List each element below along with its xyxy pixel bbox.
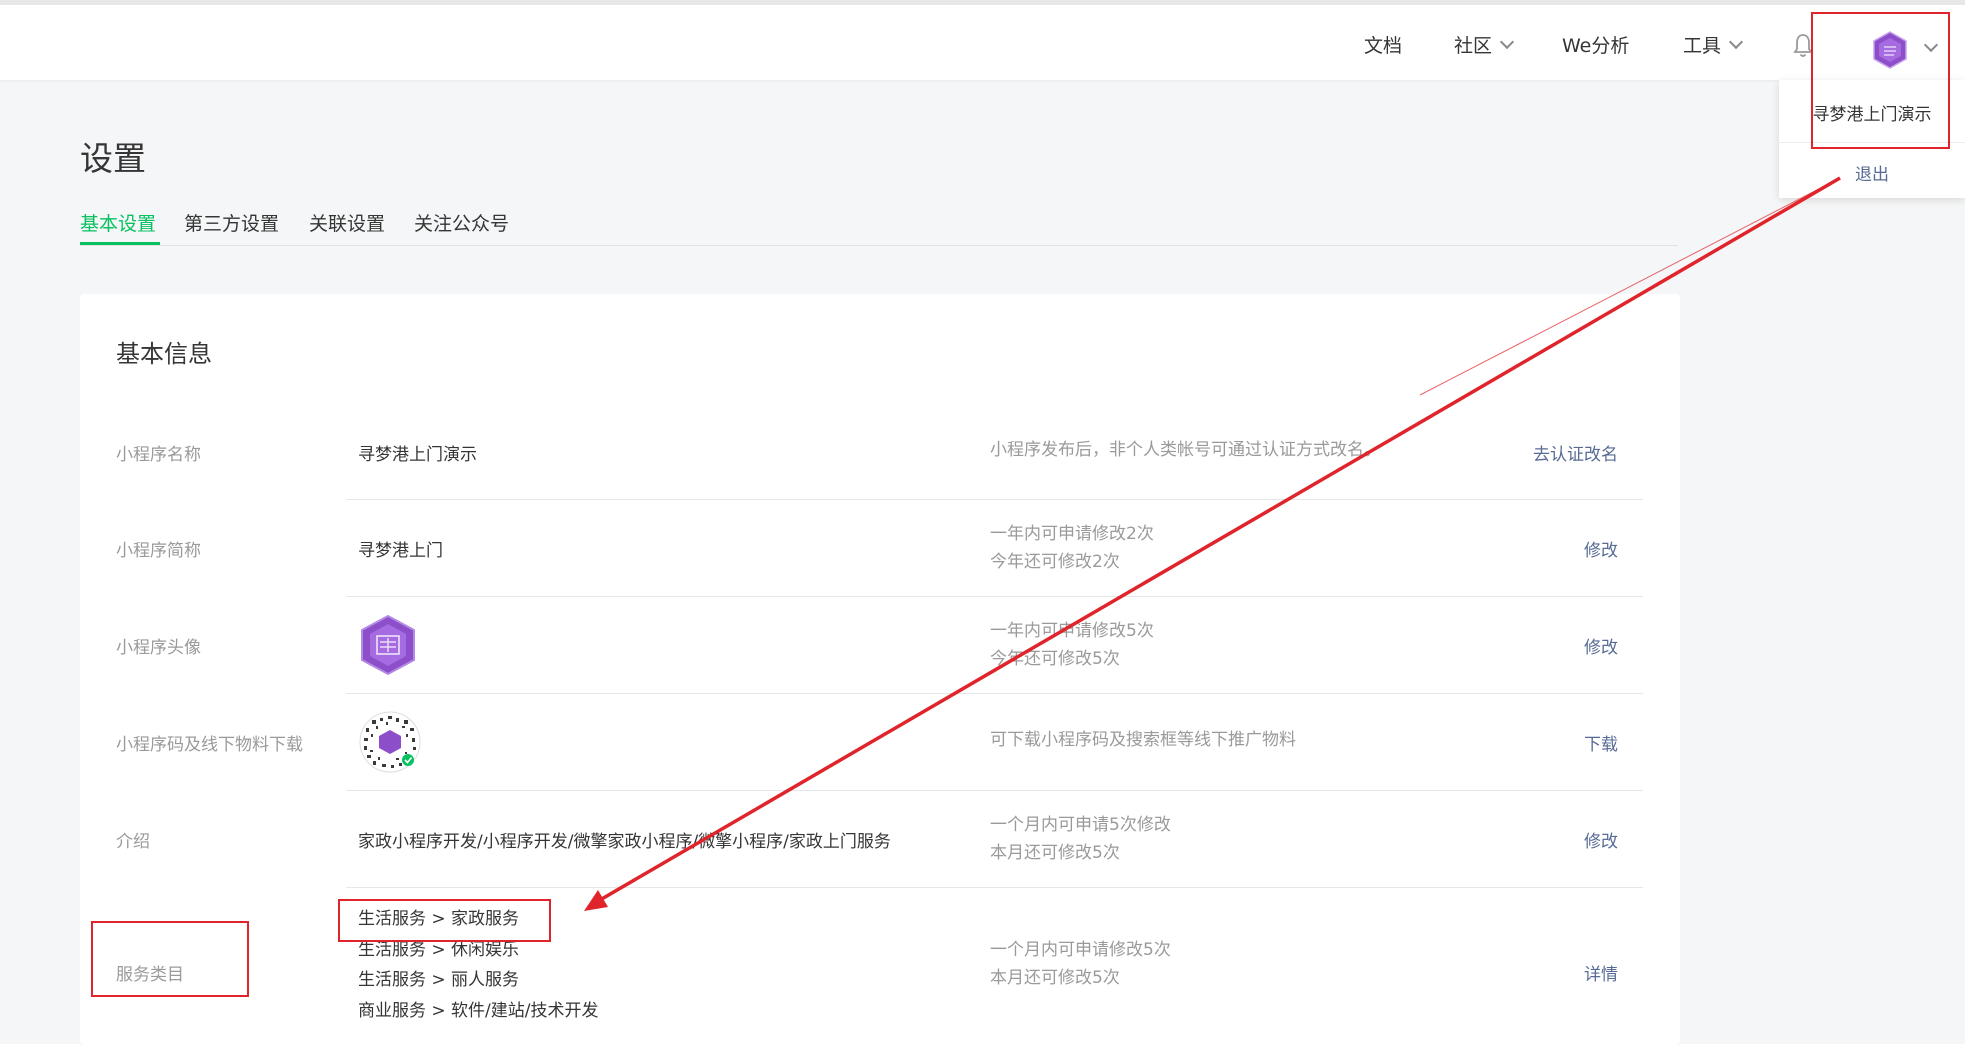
tip-line: 本月还可修改5次 bbox=[990, 843, 1120, 863]
download-materials-link[interactable]: 下载 bbox=[1584, 730, 1618, 755]
page-title: 设置 bbox=[80, 139, 146, 178]
chevron-down-icon bbox=[1728, 34, 1744, 49]
row-mini-program-short-name: 小程序简称 寻梦港上门 一年内可申请修改2次 今年还可修改2次 修改 bbox=[80, 500, 1680, 597]
tip-line: 一年内可申请修改5次 bbox=[990, 621, 1154, 641]
service-category-item: 商业服务 > 软件/建站/技术开发 bbox=[358, 1000, 599, 1021]
row-mini-program-avatar: 小程序头像 一年内可申请修改5次 今年还可修改5次 修改 bbox=[80, 597, 1680, 694]
tip-line: 一年内可申请修改2次 bbox=[990, 524, 1154, 544]
settings-tabs: 基本设置 第三方设置 关联设置 关注公众号 bbox=[80, 205, 1678, 246]
nav-community-label: 社区 bbox=[1454, 35, 1493, 57]
row-label: 小程序名称 bbox=[116, 445, 201, 465]
row-tip: 一年内可申请修改5次 今年还可修改5次 bbox=[990, 617, 1154, 673]
chevron-down-icon bbox=[1499, 34, 1515, 49]
nav-we-analytics[interactable]: We分析 bbox=[1562, 31, 1629, 58]
active-tab-indicator bbox=[80, 242, 160, 245]
tab-third-party-settings[interactable]: 第三方设置 bbox=[184, 209, 279, 236]
tab-basic-settings[interactable]: 基本设置 bbox=[80, 209, 156, 236]
introduction-value: 家政小程序开发/小程序开发/微擎家政小程序/微擎小程序/家政上门服务 bbox=[358, 832, 891, 852]
basic-info-card: 基本信息 小程序名称 寻梦港上门演示 小程序发布后，非个人类帐号可通过认证方式改… bbox=[80, 294, 1680, 1044]
nav-docs-label: 文档 bbox=[1364, 35, 1403, 57]
service-category-item: 生活服务 > 丽人服务 bbox=[358, 970, 520, 990]
row-mini-program-name: 小程序名称 寻梦港上门演示 小程序发布后，非个人类帐号可通过认证方式改名。 去认… bbox=[80, 404, 1680, 500]
tip-line: 今年还可修改2次 bbox=[990, 552, 1120, 572]
row-introduction: 介绍 家政小程序开发/小程序开发/微擎家政小程序/微擎小程序/家政上门服务 一个… bbox=[80, 791, 1680, 888]
row-tip: 小程序发布后，非个人类帐号可通过认证方式改名。 bbox=[990, 440, 1381, 460]
nav-tools[interactable]: 工具 bbox=[1683, 31, 1744, 58]
annotation-box-account bbox=[1811, 12, 1950, 149]
mini-program-avatar-icon bbox=[361, 614, 415, 676]
tip-line: 本月还可修改5次 bbox=[990, 968, 1120, 988]
row-tip: 一个月内可申请5次修改 本月还可修改5次 bbox=[990, 811, 1171, 867]
tab-follow-official-account[interactable]: 关注公众号 bbox=[414, 209, 509, 236]
bell-icon[interactable] bbox=[1793, 33, 1813, 59]
tip-line: 今年还可修改5次 bbox=[990, 649, 1120, 669]
row-service-categories: 服务类目 生活服务 > 家政服务 生活服务 > 休闲娱乐 生活服务 > 丽人服务… bbox=[80, 888, 1680, 1044]
annotation-box-home-services bbox=[338, 899, 551, 942]
short-name-value: 寻梦港上门 bbox=[358, 541, 443, 561]
edit-avatar-link[interactable]: 修改 bbox=[1584, 633, 1618, 658]
service-category-details-link[interactable]: 详情 bbox=[1584, 960, 1618, 985]
row-tip: 一年内可申请修改2次 今年还可修改2次 bbox=[990, 520, 1154, 576]
row-tip: 可下载小程序码及搜索框等线下推广物料 bbox=[990, 730, 1296, 750]
row-tip: 一个月内可申请修改5次 本月还可修改5次 bbox=[990, 936, 1171, 992]
nav-we-analytics-label: We分析 bbox=[1562, 35, 1630, 57]
tip-line: 一个月内可申请修改5次 bbox=[990, 940, 1171, 960]
row-label: 小程序头像 bbox=[116, 638, 201, 658]
edit-short-name-link[interactable]: 修改 bbox=[1584, 536, 1618, 561]
row-label: 小程序简称 bbox=[116, 541, 201, 561]
annotation-box-service-category bbox=[91, 921, 249, 997]
mini-program-code-icon bbox=[359, 711, 421, 773]
top-navigation-bar: 文档 社区 We分析 工具 bbox=[0, 0, 1965, 80]
edit-introduction-link[interactable]: 修改 bbox=[1584, 827, 1618, 852]
tab-association-settings[interactable]: 关联设置 bbox=[309, 209, 385, 236]
tip-line: 一个月内可申请5次修改 bbox=[990, 815, 1171, 835]
nav-tools-label: 工具 bbox=[1683, 35, 1722, 57]
mini-program-name-value: 寻梦港上门演示 bbox=[358, 445, 477, 465]
logout-button[interactable]: 退出 bbox=[1779, 160, 1965, 185]
card-title: 基本信息 bbox=[116, 340, 212, 368]
row-qr-code-download: 小程序码及线下物料下载 可下载小程序码及搜索框等线下推广物料 下载 bbox=[80, 694, 1680, 791]
nav-docs[interactable]: 文档 bbox=[1364, 31, 1402, 58]
nav-community[interactable]: 社区 bbox=[1454, 31, 1515, 58]
row-label: 介绍 bbox=[116, 832, 150, 852]
verify-rename-link[interactable]: 去认证改名 bbox=[1533, 440, 1618, 465]
row-label: 小程序码及线下物料下载 bbox=[116, 735, 303, 755]
